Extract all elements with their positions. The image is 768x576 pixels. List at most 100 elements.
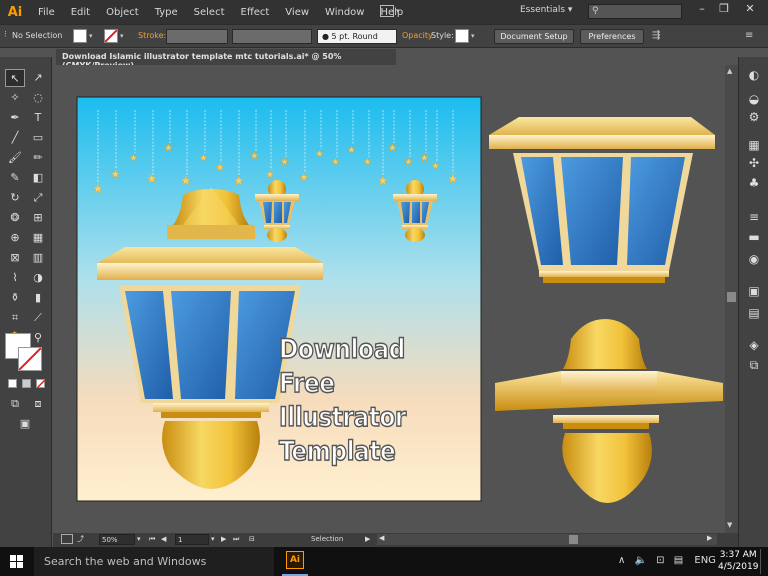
slice-tool-icon[interactable]: ⟋: [28, 309, 48, 327]
chevron-down-icon[interactable]: ▾: [471, 32, 475, 40]
stroke-swatch[interactable]: [104, 29, 118, 43]
close-button[interactable]: ✕: [738, 0, 762, 20]
free-transform-tool-icon[interactable]: ⊞: [28, 209, 48, 227]
magic-wand-tool-icon[interactable]: ✧: [5, 89, 25, 107]
prev-artboard-icon[interactable]: ◀: [161, 535, 166, 543]
chevron-down-icon[interactable]: ▾: [137, 535, 141, 543]
scroll-right-icon[interactable]: ▶: [707, 534, 712, 542]
symbols-panel-icon[interactable]: ♣: [746, 175, 762, 191]
menu-edit[interactable]: Edit: [63, 7, 98, 18]
transparency-panel-icon[interactable]: ◉: [746, 251, 762, 267]
eraser-tool-icon[interactable]: ◧: [28, 169, 48, 187]
menu-type[interactable]: Type: [147, 7, 186, 18]
artboard-field[interactable]: 1: [175, 534, 209, 545]
menu-window[interactable]: Window: [317, 7, 372, 18]
menu-effect[interactable]: Effect: [233, 7, 278, 18]
stroke-weight-field[interactable]: [166, 29, 228, 44]
color-panel-icon[interactable]: ◐: [746, 67, 762, 83]
rectangle-tool-icon[interactable]: ▭: [28, 129, 48, 147]
minimize-button[interactable]: –: [690, 0, 714, 20]
chevron-down-icon[interactable]: ▾: [120, 32, 124, 40]
notification-icon[interactable]: ▤: [674, 555, 683, 566]
fill-swatch[interactable]: [73, 29, 87, 43]
color-guide-icon[interactable]: ◒: [746, 91, 762, 107]
gradient-panel-icon[interactable]: ▬: [746, 229, 762, 245]
rotate-tool-icon[interactable]: ↻: [5, 189, 25, 207]
brushes-panel-icon[interactable]: ✣: [746, 155, 762, 171]
help-search-input[interactable]: ⚲: [588, 4, 682, 19]
canvas-area[interactable]: ★ ★ ★ ★ ★ ★ ★ ★ ★ ★ ★ ★ ★ ★ ★ ★ ★ ★ ★ ★ …: [53, 65, 725, 533]
line-tool-icon[interactable]: ╱: [5, 129, 25, 147]
zoom-field[interactable]: 50%: [99, 534, 135, 545]
brush-dropdown[interactable]: ● 5 pt. Round: [317, 29, 397, 44]
start-button[interactable]: [10, 555, 23, 568]
none-mode-icon[interactable]: [36, 379, 46, 389]
warp-tool-icon[interactable]: ❂: [5, 209, 25, 227]
horizontal-scrollbar[interactable]: ◀ ▶: [377, 534, 717, 545]
vertical-scrollbar[interactable]: ▲ ▼: [725, 65, 738, 533]
h-scroll-thumb[interactable]: [569, 535, 578, 544]
clock[interactable]: 3:37 AM 4/5/2019: [718, 549, 758, 573]
menu-select[interactable]: Select: [186, 7, 233, 18]
paintbrush-tool-icon[interactable]: 🖌: [5, 149, 25, 167]
chevron-down-icon[interactable]: ▾: [211, 535, 215, 543]
selection-tool-icon[interactable]: ↖: [5, 69, 25, 87]
type-tool-icon[interactable]: T: [28, 109, 48, 127]
network-icon[interactable]: ⊡: [656, 555, 664, 566]
pen-tool-icon[interactable]: ✒: [5, 109, 25, 127]
volume-icon[interactable]: 🔈: [635, 555, 647, 566]
document-setup-button[interactable]: Document Setup: [494, 29, 574, 44]
scroll-thumb[interactable]: [727, 292, 736, 302]
panel-menu-icon[interactable]: ≡: [745, 30, 753, 41]
color-mode-icon[interactable]: [8, 379, 17, 388]
gradient-tool-icon[interactable]: ▥: [28, 249, 48, 267]
taskbar-search[interactable]: Search the web and Windows: [34, 547, 274, 576]
workspace-switcher[interactable]: Essentials ▾: [520, 5, 572, 15]
artboard-navigator-icon[interactable]: [61, 534, 73, 544]
gradient-mode-icon[interactable]: [22, 379, 31, 388]
lasso-tool-icon[interactable]: ◌: [28, 89, 48, 107]
first-artboard-icon[interactable]: ⏮: [149, 535, 155, 544]
menu-file[interactable]: File: [30, 7, 63, 18]
stroke-color-box[interactable]: [18, 347, 42, 371]
arrange-documents-icon[interactable]: [380, 5, 394, 17]
symbol-sprayer-tool-icon[interactable]: ⚱: [5, 289, 25, 307]
stroke-label[interactable]: Stroke:: [138, 31, 166, 40]
illustrator-taskbar-icon[interactable]: Ai: [286, 551, 304, 569]
swatches-panel-icon[interactable]: ▦: [746, 137, 762, 153]
eyedropper-tool-icon[interactable]: ⌇: [5, 269, 25, 287]
menu-object[interactable]: Object: [98, 7, 147, 18]
appearance-panel-icon[interactable]: ⚙: [746, 109, 762, 125]
layers-panel-icon[interactable]: ◈: [746, 337, 762, 353]
share-icon[interactable]: ⤴: [77, 534, 89, 544]
draw-normal-icon[interactable]: ⧉: [5, 395, 25, 413]
pencil-tool-icon[interactable]: ✏: [28, 149, 48, 167]
scroll-left-icon[interactable]: ◀: [379, 534, 384, 542]
next-artboard-icon[interactable]: ▶: [221, 535, 226, 543]
opacity-label[interactable]: Opacity: [402, 31, 433, 40]
perspective-grid-tool-icon[interactable]: ▦: [28, 229, 48, 247]
scroll-down-icon[interactable]: ▼: [727, 521, 732, 529]
artboards-panel-icon[interactable]: ⧉: [746, 357, 762, 373]
column-graph-tool-icon[interactable]: ▮: [28, 289, 48, 307]
direct-selection-tool-icon[interactable]: ↗: [28, 69, 48, 87]
scale-tool-icon[interactable]: ⤢: [28, 189, 48, 207]
language-indicator[interactable]: ENG: [694, 555, 716, 566]
chevron-up-icon[interactable]: ∧: [618, 555, 625, 566]
stroke-panel-icon[interactable]: ≡: [746, 209, 762, 225]
graphic-style-swatch[interactable]: [455, 29, 469, 43]
last-artboard-icon[interactable]: ⏭: [233, 535, 239, 544]
graphic-styles-panel-icon[interactable]: ▣: [746, 283, 762, 299]
variable-width-dropdown[interactable]: [232, 29, 312, 44]
artboard-tool-icon[interactable]: ⌗: [5, 309, 25, 327]
zoom-tool-icon[interactable]: ⚲: [28, 329, 48, 347]
menu-view[interactable]: View: [277, 7, 317, 18]
blend-tool-icon[interactable]: ◑: [28, 269, 48, 287]
restore-button[interactable]: ❐: [712, 0, 736, 20]
blob-brush-tool-icon[interactable]: ✎: [5, 169, 25, 187]
document-tab[interactable]: Download Islamic illustrator template mt…: [56, 49, 396, 70]
status-menu-icon[interactable]: ▶: [365, 535, 370, 543]
chevron-down-icon[interactable]: ▾: [89, 32, 93, 40]
screen-mode-icon[interactable]: ▣: [15, 415, 35, 433]
scroll-up-icon[interactable]: ▲: [727, 67, 732, 75]
